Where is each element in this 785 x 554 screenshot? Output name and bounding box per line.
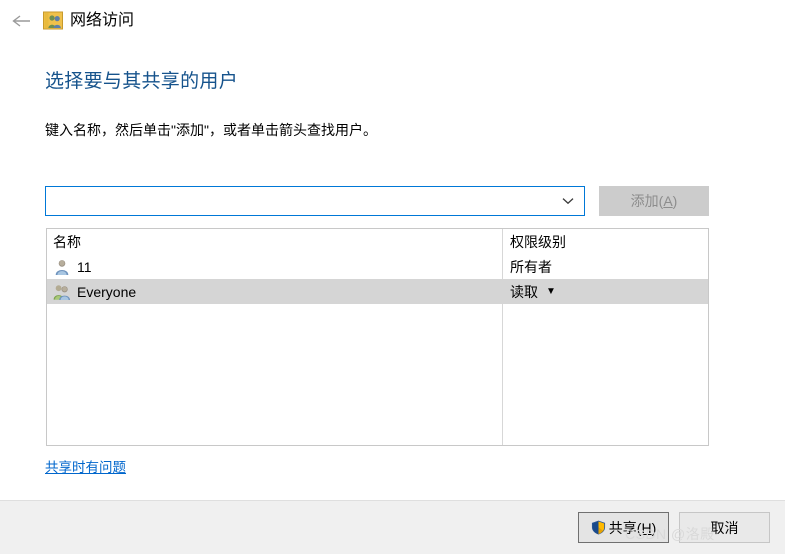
add-button[interactable]: 添加(A) [599,186,709,216]
uac-shield-icon [591,520,606,535]
combobox-dropdown-button[interactable] [552,187,584,215]
page-title: 选择要与其共享的用户 [45,71,239,92]
shared-users-list[interactable]: 名称 权限级别 11 所有者 Everyone 读取 ▼ [46,228,709,446]
row-name-label: Everyone [77,283,137,300]
cancel-button-label: 取消 [710,519,739,536]
chevron-down-icon [562,192,574,210]
table-row[interactable]: 11 所有者 [47,254,708,279]
back-arrow-icon [11,13,33,29]
dialog-content: 选择要与其共享的用户 键入名称，然后单击"添加"，或者单击箭头查找用户。 添加(… [0,42,785,500]
group-users-icon [53,283,71,301]
row-permission-cell[interactable]: 读取 ▼ [510,279,556,304]
share-button-label: 共享(H) [608,519,657,536]
share-button[interactable]: 共享(H) [578,512,669,543]
network-sharing-icon [43,11,63,30]
row-permission-label: 所有者 [510,258,552,275]
sharing-trouble-link[interactable]: 共享时有问题 [45,456,126,476]
row-permission-cell: 所有者 [510,254,552,279]
row-name-cell: Everyone [53,279,136,304]
column-header-permission: 权限级别 [510,233,566,250]
instruction-text: 键入名称，然后单击"添加"，或者单击箭头查找用户。 [45,122,377,138]
single-user-icon [53,258,71,276]
cancel-button[interactable]: 取消 [679,512,770,543]
permission-dropdown-caret[interactable]: ▼ [546,286,556,297]
title-bar: 网络访问 [0,0,785,42]
user-name-combobox[interactable] [45,186,585,216]
user-name-input[interactable] [46,187,551,215]
window-title: 网络访问 [70,12,135,29]
row-name-cell: 11 [53,254,92,279]
table-row[interactable]: Everyone 读取 ▼ [47,279,708,304]
list-header-row: 名称 权限级别 [47,229,708,254]
row-name-label: 11 [77,258,92,275]
column-header-name: 名称 [53,233,81,250]
row-permission-label: 读取 [510,283,538,300]
back-button[interactable] [8,8,36,34]
